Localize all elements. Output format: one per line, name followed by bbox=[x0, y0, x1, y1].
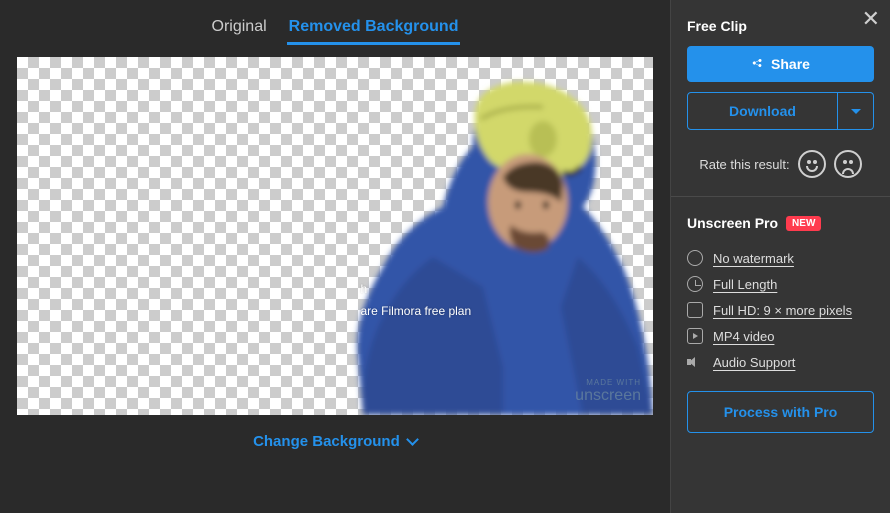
watermark-brand: unscreen bbox=[575, 387, 641, 405]
feature-label: Full Length bbox=[713, 277, 777, 292]
download-label: Download bbox=[729, 103, 796, 119]
overlay-line2: are Filmora free plan bbox=[360, 301, 471, 323]
feature-label: No watermark bbox=[713, 251, 794, 266]
close-icon[interactable]: ✕ bbox=[862, 6, 880, 32]
process-label: Process with Pro bbox=[724, 404, 838, 420]
tab-removed-background[interactable]: Removed Background bbox=[287, 14, 461, 45]
unscreen-watermark: MADE WITH unscreen bbox=[575, 378, 641, 405]
share-label: Share bbox=[771, 56, 810, 72]
feature-label: Audio Support bbox=[713, 355, 795, 370]
tab-original[interactable]: Original bbox=[210, 14, 269, 45]
pro-title: Unscreen Pro bbox=[687, 215, 778, 231]
pro-title-row: Unscreen Pro NEW bbox=[687, 215, 874, 231]
rate-label: Rate this result: bbox=[699, 157, 789, 172]
pro-section: Unscreen Pro NEW No watermark Full Lengt… bbox=[671, 196, 890, 451]
feature-full-length[interactable]: Full Length bbox=[687, 271, 874, 297]
overlay-line1: h bbox=[360, 279, 471, 301]
rate-happy-icon[interactable] bbox=[798, 150, 826, 178]
feature-audio[interactable]: Audio Support bbox=[687, 349, 874, 375]
feature-no-watermark[interactable]: No watermark bbox=[687, 245, 874, 271]
change-background-label: Change Background bbox=[253, 433, 400, 450]
rate-row: Rate this result: bbox=[687, 150, 874, 178]
caret-down-icon bbox=[851, 109, 861, 114]
new-badge: NEW bbox=[786, 216, 821, 231]
feature-full-hd[interactable]: Full HD: 9 × more pixels bbox=[687, 297, 874, 323]
chevron-down-icon bbox=[406, 433, 419, 446]
overlay-watermark-text: h are Filmora free plan bbox=[360, 279, 471, 322]
no-watermark-icon bbox=[687, 250, 703, 266]
share-icon bbox=[751, 58, 763, 70]
change-background-button[interactable]: Change Background bbox=[14, 415, 656, 468]
sound-icon bbox=[687, 354, 703, 370]
feature-label: MP4 video bbox=[713, 329, 774, 344]
free-clip-title: Free Clip bbox=[687, 18, 874, 34]
download-button[interactable]: Download bbox=[687, 92, 838, 130]
feature-label: Full HD: 9 × more pixels bbox=[713, 303, 852, 318]
download-caret-button[interactable] bbox=[838, 92, 874, 130]
tabs: Original Removed Background bbox=[14, 14, 656, 45]
rate-sad-icon[interactable] bbox=[834, 150, 862, 178]
process-with-pro-button[interactable]: Process with Pro bbox=[687, 391, 874, 433]
side-panel: ✕ Free Clip Share Download Rate this res… bbox=[670, 0, 890, 513]
hd-icon bbox=[687, 302, 703, 318]
preview-container: h are Filmora free plan MADE WITH unscre… bbox=[17, 57, 653, 415]
clock-icon bbox=[687, 276, 703, 292]
main-panel: Original Removed Background bbox=[0, 0, 670, 513]
play-icon bbox=[687, 328, 703, 344]
feature-list: No watermark Full Length Full HD: 9 × mo… bbox=[687, 245, 874, 375]
download-button-group: Download bbox=[687, 92, 874, 130]
watermark-made: MADE WITH bbox=[575, 378, 641, 387]
subject-cutout bbox=[303, 57, 653, 415]
feature-mp4[interactable]: MP4 video bbox=[687, 323, 874, 349]
share-button[interactable]: Share bbox=[687, 46, 874, 82]
free-clip-section: Free Clip Share Download Rate this resul… bbox=[671, 0, 890, 196]
